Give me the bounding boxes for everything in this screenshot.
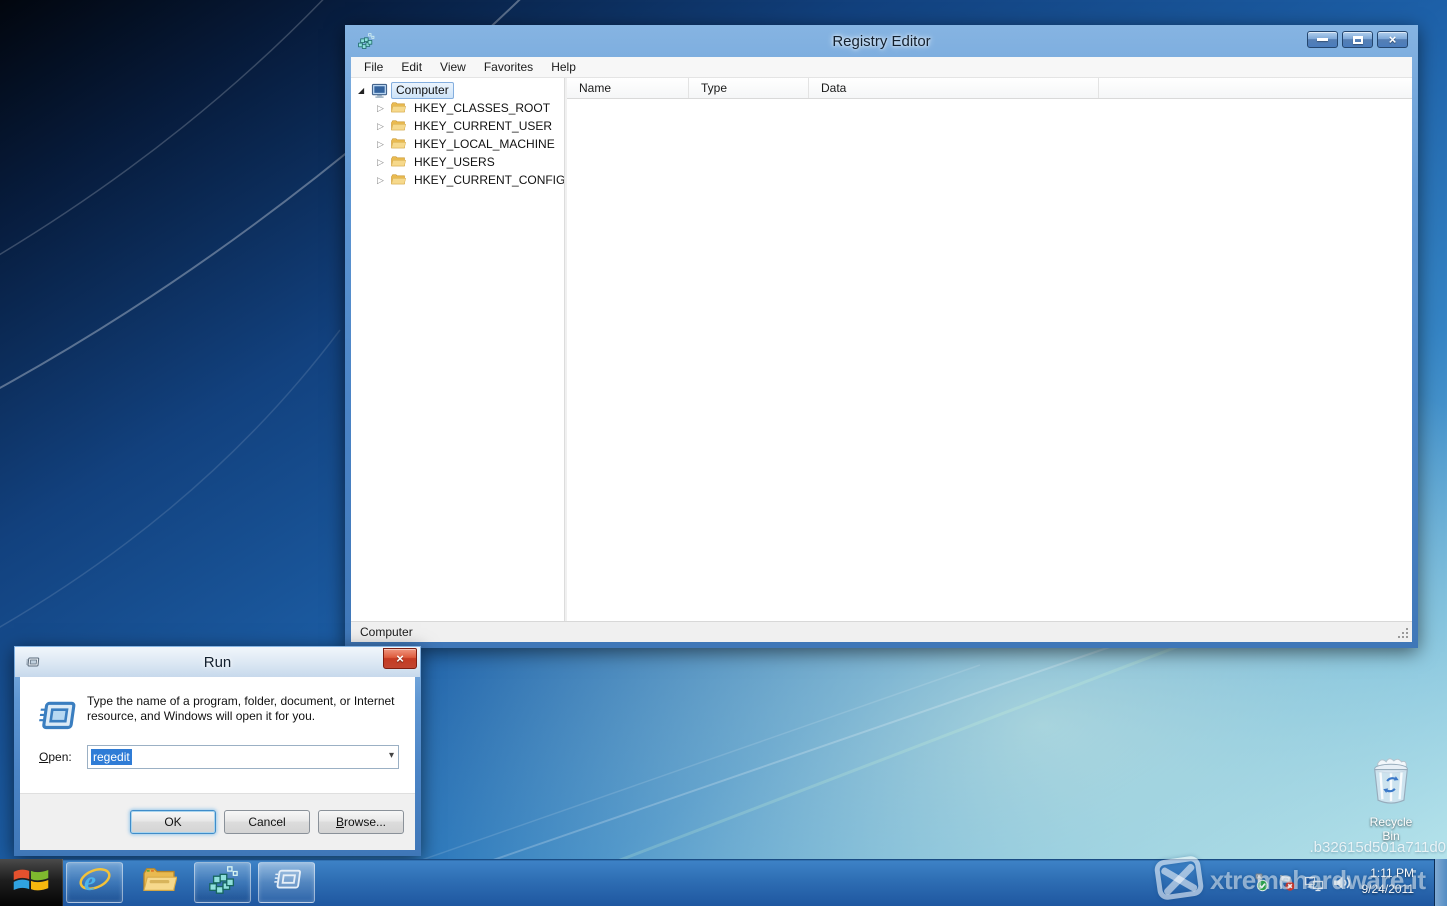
regedit-icon — [357, 32, 375, 50]
system-tray — [1250, 873, 1352, 892]
maximize-icon — [1353, 36, 1363, 44]
run-icon — [35, 698, 77, 736]
folder-icon — [390, 101, 407, 116]
menu-help[interactable]: Help — [542, 58, 585, 76]
usb-safely-remove-icon[interactable] — [1250, 873, 1269, 892]
internet-explorer-icon: e — [78, 863, 112, 902]
menu-edit[interactable]: Edit — [392, 58, 431, 76]
taskbar-clock[interactable]: 1:11 PM 9/24/2011 — [1362, 865, 1415, 897]
run-dialog: Run × Type the name of a program, folder… — [14, 646, 421, 856]
tree-item-computer[interactable]: ◢ Computer — [351, 81, 564, 99]
column-header-data[interactable]: Data — [809, 78, 1099, 98]
close-button[interactable]: × — [1377, 31, 1408, 48]
clock-date: 9/24/2011 — [1362, 881, 1415, 897]
tree-item-hkey-local-machine[interactable]: ▷ HKEY_LOCAL_MACHINE — [351, 135, 564, 153]
registry-editor-window: Registry Editor × File Edit View Favorit… — [345, 25, 1418, 648]
registry-statusbar: Computer — [351, 621, 1412, 642]
tree-item-label[interactable]: HKEY_LOCAL_MACHINE — [410, 137, 559, 152]
tree-item-hkey-current-user[interactable]: ▷ HKEY_CURRENT_USER — [351, 117, 564, 135]
tree-item-label[interactable]: HKEY_CLASSES_ROOT — [410, 101, 554, 116]
clock-time: 1:11 PM — [1362, 865, 1415, 881]
tree-item-hkey-users[interactable]: ▷ HKEY_USERS — [351, 153, 564, 171]
computer-icon — [371, 83, 388, 98]
maximize-button[interactable] — [1342, 31, 1373, 48]
windows-flag-icon — [11, 865, 51, 900]
svg-text:e: e — [84, 866, 96, 896]
start-button[interactable] — [0, 859, 63, 906]
tree-collapsed-arrow-icon[interactable]: ▷ — [377, 121, 390, 132]
tree-item-computer-label[interactable]: Computer — [391, 82, 454, 99]
tree-collapsed-arrow-icon[interactable]: ▷ — [377, 139, 390, 150]
show-desktop-button[interactable] — [1434, 859, 1447, 906]
tree-expanded-arrow-icon[interactable]: ◢ — [358, 86, 371, 95]
tree-item-label[interactable]: HKEY_USERS — [410, 155, 499, 170]
column-header-type[interactable]: Type — [689, 78, 809, 98]
tree-item-label[interactable]: HKEY_CURRENT_CONFIG — [410, 173, 565, 188]
recycle-bin-icon[interactable]: Recycle Bin — [1360, 755, 1422, 843]
resize-grip[interactable] — [1397, 627, 1410, 640]
run-title: Run — [204, 654, 232, 671]
folder-icon — [390, 137, 407, 152]
run-body: Type the name of a program, folder, docu… — [20, 677, 415, 793]
cancel-button[interactable]: Cancel — [224, 810, 310, 834]
run-window-icon — [270, 865, 304, 900]
open-label: Open: — [39, 750, 72, 764]
recycle-bin-glyph — [1368, 796, 1414, 813]
registry-tree-pane: ◢ Computer ▷ — [351, 78, 565, 621]
tree-item-hkey-classes-root[interactable]: ▷ HKEY_CLASSES_ROOT — [351, 99, 564, 117]
combo-dropdown-icon[interactable]: ▾ — [389, 750, 394, 761]
run-window-icon — [25, 656, 41, 669]
taskbar-internet-explorer[interactable]: e — [66, 862, 123, 903]
tree-collapsed-arrow-icon[interactable]: ▷ — [377, 157, 390, 168]
minimize-icon — [1317, 38, 1328, 41]
taskbar-registry-editor[interactable] — [194, 862, 251, 903]
menu-view[interactable]: View — [431, 58, 475, 76]
folder-icon — [390, 173, 407, 188]
taskbar: e — [0, 859, 1447, 906]
folder-icon — [390, 119, 407, 134]
menu-favorites[interactable]: Favorites — [475, 58, 542, 76]
tree-item-label[interactable]: HKEY_CURRENT_USER — [410, 119, 556, 134]
registry-editor-title: Registry Editor — [832, 33, 930, 50]
registry-values-pane: Name Type Data — [567, 78, 1412, 621]
taskbar-run[interactable] — [258, 862, 315, 903]
run-footer: OK Cancel Browse... — [20, 793, 415, 850]
folder-icon — [390, 155, 407, 170]
tree-collapsed-arrow-icon[interactable]: ▷ — [377, 175, 390, 186]
window-controls: × — [1307, 31, 1408, 48]
run-message: Type the name of a program, folder, docu… — [87, 694, 399, 724]
column-header-blank — [1099, 78, 1412, 98]
regedit-icon — [207, 864, 239, 901]
close-icon: × — [396, 651, 404, 666]
tree-collapsed-arrow-icon[interactable]: ▷ — [377, 103, 390, 114]
menu-file[interactable]: File — [355, 58, 392, 76]
close-icon: × — [1389, 32, 1397, 47]
values-list-empty[interactable] — [567, 99, 1412, 621]
network-icon[interactable] — [1304, 874, 1324, 892]
build-watermark: .b32615d501a711d0 — [1309, 839, 1446, 856]
taskbar-file-explorer[interactable] — [130, 862, 187, 903]
browse-button[interactable]: Browse... — [318, 810, 404, 834]
open-combobox[interactable]: regedit ▾ — [87, 745, 399, 769]
column-header-name[interactable]: Name — [567, 78, 689, 98]
minimize-button[interactable] — [1307, 31, 1338, 48]
registry-menubar: File Edit View Favorites Help — [351, 57, 1412, 78]
tree-item-hkey-current-config[interactable]: ▷ HKEY_CURRENT_CONFIG — [351, 171, 564, 189]
folder-icon — [141, 865, 177, 900]
values-column-headers: Name Type Data — [567, 78, 1412, 99]
open-input-value[interactable]: regedit — [91, 749, 132, 765]
statusbar-path: Computer — [360, 625, 413, 639]
taskbar-apps: e — [66, 862, 315, 903]
ok-button[interactable]: OK — [130, 810, 216, 834]
action-center-flag-icon[interactable] — [1277, 873, 1296, 892]
volume-icon[interactable] — [1332, 874, 1352, 892]
desktop: .b32615d501a711d0 Recycle Bin — [0, 0, 1447, 906]
registry-editor-titlebar[interactable]: Registry Editor × — [351, 25, 1412, 57]
run-close-button[interactable]: × — [383, 648, 417, 669]
run-titlebar[interactable]: Run × — [15, 647, 420, 677]
